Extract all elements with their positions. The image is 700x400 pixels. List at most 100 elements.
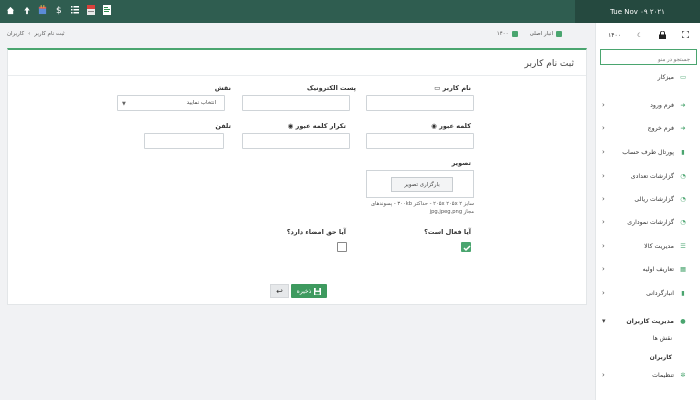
- role-select-value: انتخاب نمایید: [186, 100, 216, 106]
- password-repeat-input[interactable]: [242, 133, 350, 149]
- chart-icon: ◔: [680, 218, 686, 226]
- sidebar-item-label: فرم ورود: [650, 101, 674, 109]
- role-select[interactable]: ▼ انتخاب نمایید: [117, 95, 225, 111]
- warehouse-icon: [556, 31, 562, 37]
- image-label: تصویر: [451, 159, 471, 167]
- user-form-card: ثبت نام کاربر نام کاربر ▭ پست الکترونیک …: [7, 48, 587, 305]
- file-icon: ▮: [681, 148, 685, 156]
- sidebar-item-label: پورتال طرف حساب: [622, 148, 674, 156]
- email-input[interactable]: [242, 95, 350, 111]
- breadcrumb-users[interactable]: کاربران: [7, 31, 24, 37]
- pdf-icon[interactable]: [86, 4, 95, 16]
- password-input[interactable]: [366, 133, 474, 149]
- svg-text:$: $: [56, 6, 62, 15]
- email-label: پست الکترونیک: [306, 84, 356, 92]
- chevron-left-icon: ‹: [602, 148, 605, 156]
- chevron-left-icon: ‹: [602, 172, 605, 180]
- chevron-left-icon: ‹: [602, 289, 605, 297]
- sidebar-item-label: گزارشات ریالی: [634, 195, 674, 203]
- caret-down-icon: ▼: [122, 101, 126, 107]
- sidebar-item[interactable]: ◔ گزارشات ریالی ‹: [596, 189, 700, 209]
- active-checkbox[interactable]: [461, 242, 471, 252]
- title-divider: [8, 75, 586, 76]
- sidebar-item[interactable]: ✲ تنظیمات ‹: [596, 365, 700, 385]
- top-bar: $ Tue Nov ۰۹ ۲۰۲۱: [0, 0, 700, 23]
- table-icon: ▦: [680, 265, 686, 273]
- date-panel: Tue Nov ۰۹ ۲۰۲۱: [575, 0, 700, 23]
- date-label: Tue Nov ۰۹ ۲۰۲۱: [610, 7, 665, 16]
- eye-icon[interactable]: ◉: [431, 122, 437, 130]
- dollar-icon[interactable]: $: [54, 4, 63, 16]
- username-input[interactable]: [366, 95, 474, 111]
- check-icon: [463, 245, 471, 252]
- password-label: کلمه عبور ◉: [371, 122, 471, 130]
- sidebar: ۱۴۰۰ ☾ ▭ میزکار ➜ فرم ورود ‹ ➜ فرم خروج ‹ ▮ پورتا…: [595, 23, 700, 400]
- report-icon[interactable]: [102, 4, 111, 16]
- sidebar-item[interactable]: ☰ مدیریت کالا ‹: [596, 236, 700, 256]
- upload-box: بارگزاری تصویر: [366, 170, 474, 198]
- active-label: آیا فعال است؟: [424, 228, 471, 236]
- calendar-icon[interactable]: [38, 4, 47, 16]
- sidebar-item-label: تنظیمات: [652, 371, 674, 379]
- sidebar-item[interactable]: ➜ فرم خروج ‹: [596, 118, 700, 138]
- id-card-icon: ▭: [434, 84, 441, 92]
- user-icon: ●: [680, 317, 686, 325]
- page-title: ثبت نام کاربر: [524, 59, 574, 69]
- chevron-down-icon: ▾: [602, 317, 606, 325]
- list-icon[interactable]: [70, 4, 79, 16]
- sidebar-item[interactable]: ● مدیریت کاربران ▾: [596, 311, 700, 331]
- year-label: ۱۴۰۰: [496, 31, 509, 37]
- sidebar-item-label: مدیریت کالا: [644, 242, 674, 250]
- eye-icon[interactable]: ◉: [288, 122, 294, 130]
- menu-search-input[interactable]: [600, 49, 697, 65]
- password-repeat-label: تکرار کلمه عبور ◉: [236, 122, 346, 130]
- chevron-left-icon: ‹: [602, 101, 605, 109]
- sidebar-item[interactable]: ◔ گزارشات نموداری ‹: [596, 212, 700, 232]
- sidebar-item[interactable]: ▮ پورتال طرف حساب ‹: [596, 142, 700, 162]
- sidebar-item-label: گزارشات تعدادی: [630, 172, 674, 180]
- moon-icon[interactable]: ☾: [637, 32, 642, 39]
- year-text[interactable]: ۱۴۰۰: [608, 32, 621, 39]
- sidebar-item-label: مدیریت کاربران: [626, 317, 674, 325]
- return-arrow-icon: ↩: [276, 286, 283, 296]
- arrow-up-icon[interactable]: [22, 4, 31, 16]
- upload-image-button[interactable]: بارگزاری تصویر: [391, 177, 453, 192]
- back-button[interactable]: ↩: [270, 284, 289, 298]
- chevron-left-icon: ‹: [602, 124, 605, 132]
- sidebar-subitem[interactable]: کاربران: [650, 354, 672, 361]
- sidebar-tools: ۱۴۰۰ ☾: [596, 23, 700, 48]
- sidebar-item-label: انبارگردانی: [646, 289, 674, 297]
- monitor-icon: ▭: [680, 73, 686, 81]
- save-label: ذخیره: [296, 287, 312, 295]
- save-button[interactable]: ذخیره: [291, 284, 327, 298]
- top-icons: $: [6, 4, 111, 16]
- enter-icon: ➜: [680, 101, 686, 109]
- phone-input[interactable]: [144, 133, 224, 149]
- breadcrumb-separator: ›: [28, 31, 31, 37]
- sidebar-item[interactable]: ◔ گزارشات تعدادی ‹: [596, 166, 700, 186]
- lock-icon[interactable]: [658, 30, 666, 41]
- sidebar-item-label: گزارشات نموداری: [627, 218, 674, 226]
- breadcrumb: ثبت نام کاربر › کاربران: [7, 31, 65, 37]
- username-label: نام کاربر ▭: [371, 84, 471, 92]
- floppy-icon: [314, 287, 322, 295]
- sidebar-item[interactable]: ▭ میزکار: [596, 67, 700, 87]
- sign-checkbox[interactable]: [337, 242, 347, 252]
- year-selector[interactable]: ۱۴۰۰: [497, 31, 518, 37]
- exit-icon: ➜: [680, 124, 686, 132]
- breadcrumb-current: ثبت نام کاربر: [34, 31, 65, 37]
- warehouse-selector[interactable]: انبار اصلی: [530, 31, 562, 37]
- home-icon[interactable]: [6, 4, 15, 16]
- password-label-text: کلمه عبور: [439, 122, 471, 130]
- file-icon: ▮: [681, 289, 685, 297]
- expand-icon[interactable]: [681, 30, 690, 40]
- sidebar-item[interactable]: ➜ فرم ورود ‹: [596, 95, 700, 115]
- gears-icon: ✲: [680, 371, 686, 379]
- sidebar-subitem[interactable]: نقش ها: [653, 335, 672, 342]
- sidebar-item[interactable]: ▦ تعاریف اولیه ‹: [596, 259, 700, 279]
- chart-icon: ◔: [680, 172, 686, 180]
- context-info: ۱۴۰۰ انبار اصلی: [497, 31, 562, 37]
- phone-label: تلفن: [215, 122, 231, 130]
- password-repeat-label-text: تکرار کلمه عبور: [295, 122, 346, 130]
- sidebar-item[interactable]: ▮ انبارگردانی ‹: [596, 283, 700, 303]
